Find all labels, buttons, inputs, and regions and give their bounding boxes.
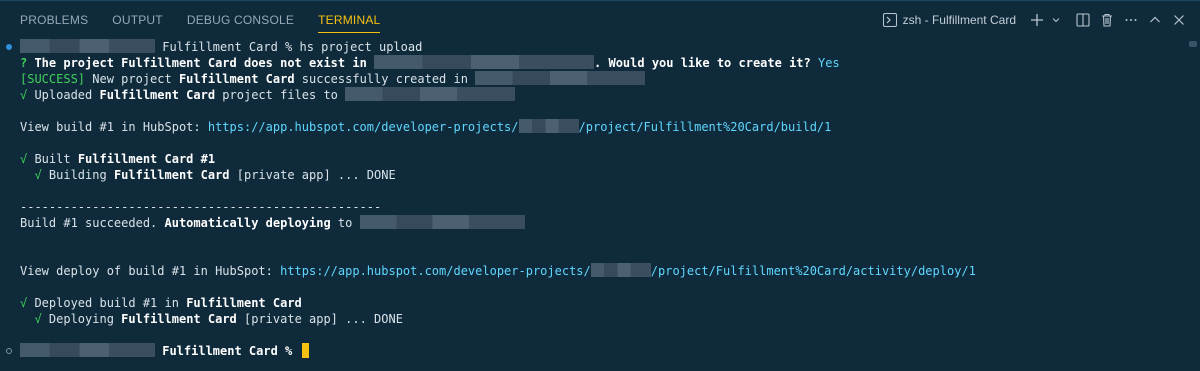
terminal-line-4: √ Uploaded Fulfillment Card project file… xyxy=(20,87,516,103)
terminal-line-succeeded: Build #1 succeeded. Automatically deploy… xyxy=(20,215,525,231)
split-icon[interactable] xyxy=(1072,8,1094,32)
terminal-line-deployed: √ Deployed build #1 in Fulfillment Card xyxy=(20,296,302,310)
terminal-panel: PROBLEMS OUTPUT DEBUG CONSOLE TERMINAL z… xyxy=(0,0,1200,371)
terminal-cursor xyxy=(301,343,309,358)
close-icon[interactable] xyxy=(1168,8,1190,32)
redacted-block xyxy=(518,119,579,133)
terminal-name: zsh - Fulfillment Card xyxy=(902,13,1016,27)
redacted-block xyxy=(374,55,595,69)
build-link[interactable]: https://app.hubspot.com/developer-projec… xyxy=(208,119,831,134)
tab-problems[interactable]: PROBLEMS xyxy=(0,1,100,39)
terminal-icon xyxy=(882,13,897,27)
terminal-line-view-build: View build #1 in HubSpot: https://app.hu… xyxy=(20,119,832,134)
more-icon[interactable] xyxy=(1120,8,1142,32)
chevron-down-icon[interactable] xyxy=(1050,8,1062,32)
redacted-block xyxy=(20,39,155,53)
tab-terminal[interactable]: TERMINAL xyxy=(306,1,392,39)
terminal-line-built: √ Built Fulfillment Card #1 xyxy=(20,152,216,166)
redacted-block xyxy=(475,71,646,85)
scrollbar-thumb[interactable] xyxy=(1189,41,1197,47)
terminal-scrollbar[interactable] xyxy=(1188,39,1198,371)
trash-icon[interactable] xyxy=(1096,8,1118,32)
tab-output[interactable]: OUTPUT xyxy=(100,1,175,39)
terminal-output[interactable]: Fulfillment Card % hs project upload ? T… xyxy=(0,39,1186,371)
chevron-up-icon[interactable] xyxy=(1144,8,1166,32)
terminal-line-1: Fulfillment Card % hs project upload xyxy=(20,39,422,55)
terminal-prompt-line[interactable]: Fulfillment Card % xyxy=(20,343,309,359)
redacted-block xyxy=(359,215,525,229)
terminal-line-2: ? The project Fulfillment Card does not … xyxy=(20,55,840,70)
terminal-line-view-deploy: View deploy of build #1 in HubSpot: http… xyxy=(20,263,976,278)
prompt-status-dot[interactable] xyxy=(6,348,12,354)
tab-debug-console[interactable]: DEBUG CONSOLE xyxy=(175,1,306,39)
terminal-divider: ----------------------------------------… xyxy=(20,200,382,214)
redacted-block xyxy=(20,343,155,357)
redacted-block xyxy=(345,87,516,101)
plus-icon[interactable] xyxy=(1026,8,1048,32)
terminal-line-deploying: √ Deploying Fulfillment Card [private ap… xyxy=(34,312,403,326)
deploy-link[interactable]: https://app.hubspot.com/developer-projec… xyxy=(280,263,976,278)
terminal-line-building: √ Building Fulfillment Card [private app… xyxy=(34,168,396,182)
terminal-line-3: [SUCCESS] New project Fulfillment Card s… xyxy=(20,71,646,87)
panel-actions: zsh - Fulfillment Card xyxy=(882,1,1190,39)
redacted-block xyxy=(590,263,651,277)
panel-tab-bar: PROBLEMS OUTPUT DEBUG CONSOLE TERMINAL z… xyxy=(0,1,1200,39)
command-status-dot[interactable] xyxy=(6,44,12,50)
terminal-selector[interactable]: zsh - Fulfillment Card xyxy=(882,8,1024,32)
